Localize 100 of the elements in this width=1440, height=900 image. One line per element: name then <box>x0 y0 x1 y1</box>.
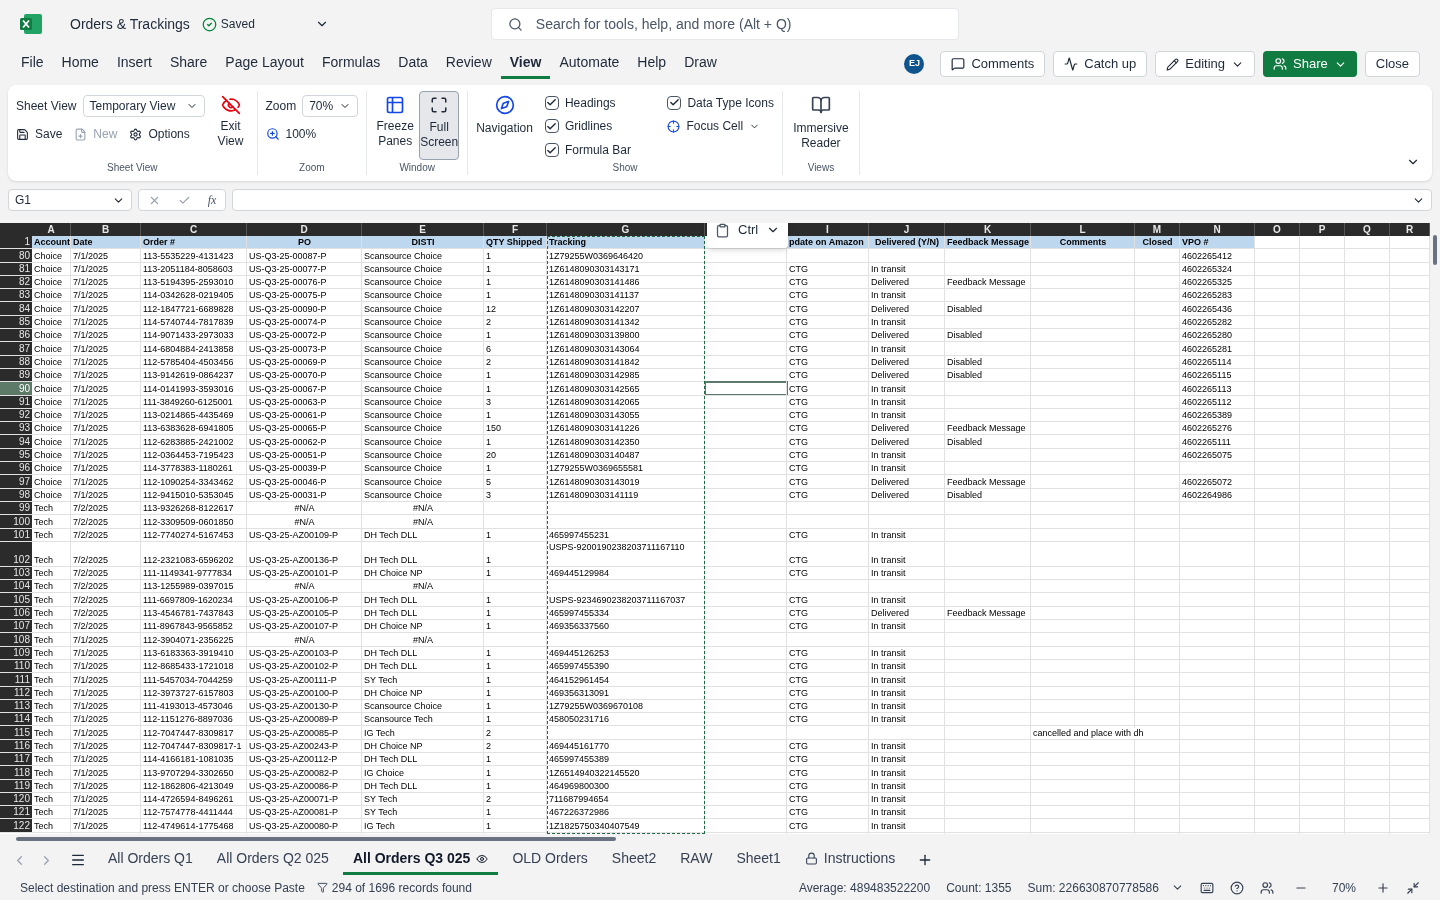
zoom-dropdown[interactable]: 70% <box>302 95 359 117</box>
navigation-button[interactable]: Navigation <box>476 91 533 160</box>
column-letter[interactable]: G <box>621 224 630 235</box>
row-number[interactable]: 86 <box>0 329 32 342</box>
column-letter[interactable]: L <box>1079 224 1086 235</box>
row-number[interactable]: 121 <box>0 806 32 819</box>
options-button[interactable]: Options <box>129 125 190 143</box>
menu-tab[interactable]: Insert <box>107 49 161 79</box>
full-screen-button[interactable]: Full Screen <box>419 91 460 160</box>
share-button[interactable]: Share <box>1263 51 1357 77</box>
sheet-tab[interactable]: All Orders Q1 <box>98 845 203 875</box>
menu-tab[interactable]: Share <box>160 49 217 79</box>
column-letter[interactable]: R <box>1405 224 1414 235</box>
row-number[interactable]: 1 <box>0 236 32 249</box>
checkbox[interactable] <box>667 95 682 110</box>
column-letter[interactable]: N <box>1213 224 1221 235</box>
row-number[interactable]: 83 <box>0 289 32 302</box>
keyboard-icon[interactable] <box>1199 880 1214 895</box>
checkbox[interactable] <box>544 143 559 158</box>
name-box[interactable]: G1 <box>8 189 132 211</box>
table-cell: US-Q3-25-AZ00085-P <box>249 727 339 739</box>
sheet-tab[interactable]: Sheet2 <box>601 845 667 875</box>
row-number[interactable]: 96 <box>0 462 32 475</box>
row-number[interactable]: 102 <box>0 541 32 566</box>
checkbox[interactable] <box>544 119 559 134</box>
sheet-tab[interactable]: All Orders Q2 025 <box>206 845 339 875</box>
paste-options-popup[interactable]: Ctrl <box>707 223 789 248</box>
show-checkbox[interactable]: Data Type Icons <box>667 93 774 113</box>
app-logo-icon[interactable] <box>20 14 42 34</box>
column-letter[interactable]: K <box>983 224 992 235</box>
zoom-in-icon[interactable] <box>1376 880 1390 895</box>
show-checkbox[interactable]: Headings <box>544 93 652 113</box>
column-letter[interactable]: A <box>47 224 55 235</box>
column-letter[interactable]: B <box>101 224 110 235</box>
row-number[interactable]: 97 <box>0 475 32 488</box>
help-icon[interactable] <box>1229 880 1244 895</box>
column-letter[interactable]: I <box>826 224 829 235</box>
user-avatar[interactable]: EJ <box>904 54 925 74</box>
document-title[interactable]: Orders & Trackings <box>70 13 190 35</box>
save-view-button[interactable]: Save <box>16 125 63 143</box>
show-checkbox[interactable]: Formula Bar <box>544 140 652 160</box>
menu-tab[interactable]: Automate <box>550 49 629 79</box>
menu-tab[interactable]: Review <box>436 49 501 79</box>
row-number[interactable]: 107 <box>0 620 32 633</box>
close-button[interactable]: Close <box>1364 51 1420 77</box>
freeze-panes-button[interactable]: Freeze Panes <box>375 91 416 160</box>
column-letter[interactable]: Q <box>1363 224 1371 235</box>
column-letter[interactable]: C <box>189 224 198 235</box>
column-letter[interactable]: J <box>903 224 910 235</box>
sheet-tab[interactable]: OLD Orders <box>502 845 598 875</box>
menu-tab[interactable]: Home <box>52 49 108 79</box>
row-number[interactable]: 105 <box>0 593 32 606</box>
menu-icon[interactable] <box>70 852 86 868</box>
column-letter[interactable]: F <box>511 224 519 235</box>
row-number[interactable]: 115 <box>0 726 32 739</box>
row-number[interactable]: 90 <box>0 382 32 395</box>
column-letter[interactable]: O <box>1273 224 1281 235</box>
row-number[interactable]: 87 <box>0 342 32 355</box>
show-checkbox[interactable]: Gridlines <box>544 116 652 137</box>
menu-tab[interactable]: Formulas <box>312 49 390 79</box>
immersive-reader-button[interactable]: Immersive Reader <box>790 91 851 160</box>
focus-cell-button[interactable]: Focus Cell <box>667 116 774 137</box>
row-number[interactable]: 114 <box>0 713 32 726</box>
column-letter[interactable]: M <box>1152 224 1162 235</box>
exit-full-screen-icon[interactable] <box>1406 880 1420 895</box>
catch-up-button[interactable]: Catch up <box>1053 51 1148 77</box>
function-icon[interactable]: fx <box>207 191 217 209</box>
sheet-tab[interactable]: Instructions <box>794 845 906 875</box>
menu-tab[interactable]: View <box>500 49 551 79</box>
row-number[interactable]: 93 <box>0 422 32 435</box>
editing-mode-button[interactable]: Editing <box>1155 51 1256 77</box>
row-number[interactable]: 111 <box>0 673 32 686</box>
menu-tab[interactable]: Help <box>628 49 676 79</box>
exit-view-button[interactable]: Exit View <box>212 91 249 160</box>
menu-tab[interactable]: File <box>12 49 53 79</box>
menu-tab[interactable]: Data <box>389 49 437 79</box>
row-number[interactable]: 122 <box>0 819 32 832</box>
menu-tab[interactable]: Page Layout <box>216 49 313 79</box>
column-letter[interactable]: P <box>1318 224 1326 235</box>
row-number[interactable]: 94 <box>0 435 32 448</box>
comments-button[interactable]: Comments <box>940 51 1046 77</box>
people-icon[interactable] <box>1259 880 1274 895</box>
formula-input[interactable] <box>232 189 1432 211</box>
row-number[interactable]: 100 <box>0 515 32 528</box>
column-letter[interactable]: E <box>419 224 426 235</box>
column-letter[interactable]: D <box>300 224 308 235</box>
sheet-tab[interactable]: RAW <box>670 845 723 875</box>
active-cell-border[interactable] <box>705 382 787 395</box>
checkbox[interactable] <box>544 95 559 110</box>
sheet-tab[interactable]: Sheet1 <box>726 845 791 875</box>
table-cell: 1 <box>486 594 491 606</box>
sheet-view-dropdown[interactable]: Temporary View <box>82 95 205 117</box>
search-field[interactable]: Search for tools, help, and more (Alt + Q) <box>490 8 959 40</box>
row-number[interactable]: 104 <box>0 580 32 593</box>
row-number[interactable]: 118 <box>0 766 32 779</box>
row-number[interactable]: 108 <box>0 633 32 646</box>
row-number[interactable]: 80 <box>0 249 32 262</box>
zoom-100-button[interactable]: 100% <box>265 125 359 143</box>
menu-tab[interactable]: Draw <box>675 49 726 79</box>
row-number[interactable]: 84 <box>0 302 32 315</box>
